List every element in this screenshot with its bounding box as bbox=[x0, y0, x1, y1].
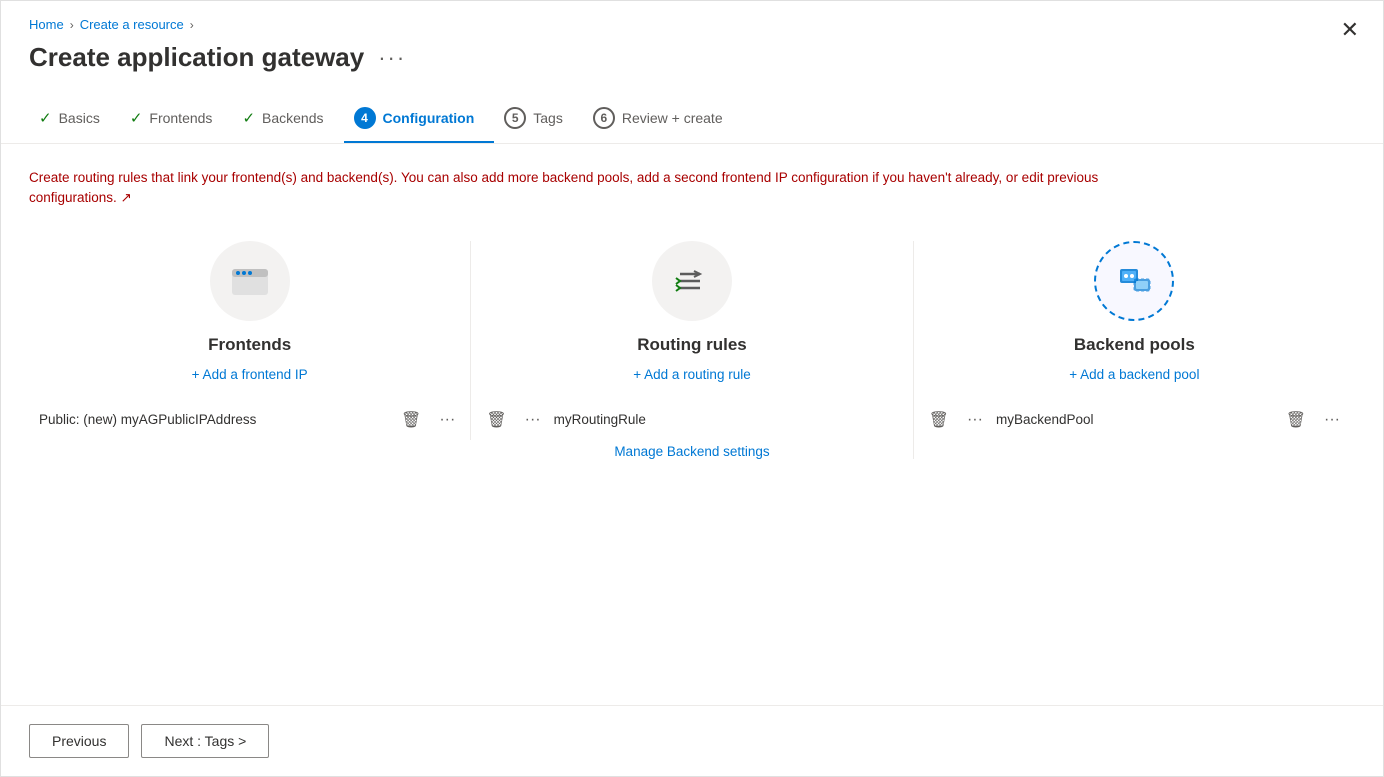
configuration-columns: Frontends + Add a frontend IP Public: (n… bbox=[29, 241, 1355, 459]
tab-tags-label: Tags bbox=[533, 110, 563, 126]
tab-configuration[interactable]: 4 Configuration bbox=[344, 97, 495, 143]
backends-check-icon: ✓ bbox=[242, 109, 255, 127]
tab-frontends[interactable]: ✓ Frontends bbox=[120, 99, 233, 141]
routing-rule-item-row: 🗑 ··· myRoutingRule bbox=[481, 400, 902, 440]
breadcrumb-sep1: › bbox=[70, 18, 74, 32]
breadcrumb-create-resource[interactable]: Create a resource bbox=[80, 17, 184, 32]
review-step-icon: 6 bbox=[593, 107, 615, 129]
routing-rule-delete-button[interactable]: 🗑 bbox=[481, 408, 511, 432]
backend-pools-title: Backend pools bbox=[1074, 335, 1195, 355]
breadcrumb: Home › Create a resource › bbox=[29, 17, 1355, 32]
add-frontend-ip-link[interactable]: + Add a frontend IP bbox=[192, 367, 308, 382]
tab-review-label: Review + create bbox=[622, 110, 723, 126]
title-row: Create application gateway ··· bbox=[29, 42, 1355, 73]
create-app-gateway-panel: Home › Create a resource › Create applic… bbox=[0, 0, 1384, 777]
info-text: Create routing rules that link your fron… bbox=[29, 168, 1129, 209]
tab-basics-label: Basics bbox=[59, 110, 100, 126]
manage-backend-settings-link[interactable]: Manage Backend settings bbox=[614, 444, 769, 459]
next-button[interactable]: Next : Tags > bbox=[141, 724, 269, 758]
basics-check-icon: ✓ bbox=[39, 109, 52, 127]
breadcrumb-home[interactable]: Home bbox=[29, 17, 64, 32]
frontends-column: Frontends + Add a frontend IP Public: (n… bbox=[29, 241, 471, 440]
backend-pool-trailing-delete-button[interactable]: 🗑 bbox=[1281, 408, 1311, 432]
panel-body: Create routing rules that link your fron… bbox=[1, 144, 1383, 705]
tab-backends[interactable]: ✓ Backends bbox=[232, 99, 343, 141]
routing-icon-wrap bbox=[652, 241, 732, 321]
backend-pool-item-row: 🗑 ··· myBackendPool 🗑 ··· bbox=[924, 400, 1345, 440]
tab-configuration-label: Configuration bbox=[383, 110, 475, 126]
backend-pool-item-label: myBackendPool bbox=[996, 412, 1273, 427]
backend-pool-delete-button[interactable]: 🗑 bbox=[924, 408, 954, 432]
frontend-more-button[interactable]: ··· bbox=[434, 409, 460, 431]
tab-backends-label: Backends bbox=[262, 110, 323, 126]
routing-rule-more-button[interactable]: ··· bbox=[520, 409, 546, 431]
backend-pools-icon bbox=[1112, 259, 1156, 303]
page-title: Create application gateway bbox=[29, 42, 364, 73]
breadcrumb-sep2: › bbox=[190, 18, 194, 32]
tab-review[interactable]: 6 Review + create bbox=[583, 97, 743, 143]
more-options-button[interactable]: ··· bbox=[378, 45, 406, 71]
backend-pool-more-button[interactable]: ··· bbox=[962, 409, 988, 431]
configuration-step-icon: 4 bbox=[354, 107, 376, 129]
backend-pools-icon-wrap bbox=[1094, 241, 1174, 321]
close-button[interactable]: ✕ bbox=[1341, 19, 1359, 41]
tab-frontends-label: Frontends bbox=[149, 110, 212, 126]
frontends-title: Frontends bbox=[208, 335, 291, 355]
backend-pool-trailing-more-button[interactable]: ··· bbox=[1319, 409, 1345, 431]
add-routing-rule-link[interactable]: + Add a routing rule bbox=[633, 367, 750, 382]
routing-rules-icon bbox=[670, 259, 714, 303]
frontend-item-row: Public: (new) myAGPublicIPAddress 🗑 ··· bbox=[39, 400, 460, 440]
routing-rules-column: Routing rules + Add a routing rule 🗑 ···… bbox=[471, 241, 913, 459]
tab-basics[interactable]: ✓ Basics bbox=[29, 99, 120, 141]
frontend-delete-button[interactable]: 🗑 bbox=[396, 408, 426, 432]
frontends-icon-wrap bbox=[210, 241, 290, 321]
frontends-icon bbox=[228, 259, 272, 303]
panel-footer: Previous Next : Tags > bbox=[1, 705, 1383, 776]
frontends-check-icon: ✓ bbox=[130, 109, 143, 127]
backend-pools-column: Backend pools + Add a backend pool 🗑 ···… bbox=[914, 241, 1355, 440]
panel-header: Home › Create a resource › Create applic… bbox=[1, 1, 1383, 73]
tab-tags[interactable]: 5 Tags bbox=[494, 97, 583, 143]
previous-button[interactable]: Previous bbox=[29, 724, 129, 758]
frontend-item-label: Public: (new) myAGPublicIPAddress bbox=[39, 412, 388, 427]
wizard-tabs: ✓ Basics ✓ Frontends ✓ Backends 4 Config… bbox=[1, 73, 1383, 144]
add-backend-pool-link[interactable]: + Add a backend pool bbox=[1069, 367, 1199, 382]
routing-rules-title: Routing rules bbox=[637, 335, 747, 355]
tags-step-icon: 5 bbox=[504, 107, 526, 129]
routing-rule-item-label: myRoutingRule bbox=[554, 412, 903, 427]
